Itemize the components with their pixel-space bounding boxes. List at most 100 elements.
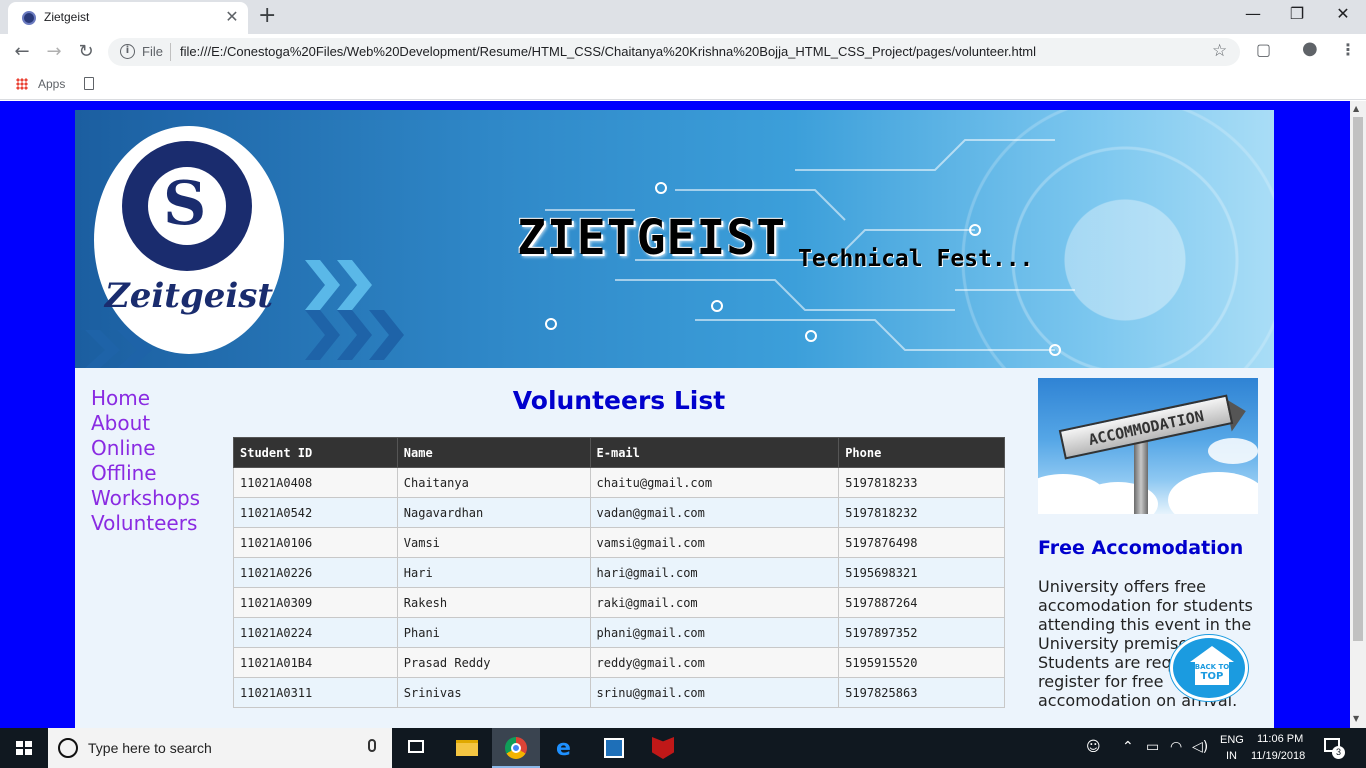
apps-bookmark[interactable]: Apps	[38, 77, 65, 91]
people-icon[interactable]: ☺	[1086, 739, 1101, 755]
nav-link-online[interactable]: Online	[91, 436, 200, 461]
logo-emblem-inner: S	[148, 167, 226, 245]
file-explorer-button[interactable]	[442, 728, 490, 768]
cell-name: Chaitanya	[396, 467, 591, 498]
cell-student-id: 11021A0106	[233, 527, 398, 558]
tab-title: Zietgeist	[44, 10, 90, 24]
clock-date: 11/19/2018	[1251, 750, 1306, 762]
menu-kebab-icon[interactable]: ⋮	[1340, 40, 1356, 59]
scrollbar-thumb[interactable]	[1353, 117, 1363, 641]
cell-student-id: 11021A0226	[233, 557, 398, 588]
new-tab-button[interactable]: +	[258, 3, 276, 28]
cell-name: Hari	[396, 557, 591, 588]
banner-subtitle: Technical Fest...	[798, 246, 1034, 272]
chrome-taskbar-button[interactable]	[492, 728, 540, 768]
back-to-top-label-line2: TOP	[1200, 671, 1224, 682]
cell-email: vadan@gmail.com	[589, 497, 840, 528]
column-header-name: Name	[396, 437, 591, 468]
language-indicator[interactable]: ENG	[1220, 734, 1244, 746]
cell-phone: 5197887264	[838, 587, 1005, 618]
scroll-up-icon[interactable]: ▲	[1353, 104, 1359, 113]
volume-icon[interactable]: ◁)	[1192, 739, 1208, 755]
store-icon	[604, 738, 624, 758]
cell-phone: 5195915520	[838, 647, 1005, 678]
page-container: S Zeitgeist ZIETGEIST Technical Fest... …	[75, 110, 1274, 728]
chrome-icon-center	[511, 743, 521, 753]
browser-tab[interactable]: Zietgeist ✕	[8, 2, 248, 34]
site-info-icon[interactable]: i	[120, 44, 135, 59]
logo-letter: S	[163, 169, 207, 239]
shield-icon	[652, 737, 674, 759]
url-text[interactable]: file:///E:/Conestoga%20Files/Web%20Devel…	[180, 44, 1036, 59]
bookmark-page-icon[interactable]	[84, 77, 94, 90]
table-row: 11021A01B4 Prasad Reddy reddy@gmail.com …	[233, 647, 1005, 678]
forward-arrow-icon[interactable]: →	[42, 41, 66, 62]
table-header-row: Student ID Name E-mail Phone	[233, 437, 1005, 468]
bookmark-star-icon[interactable]: ☆	[1212, 41, 1227, 61]
accommodation-image: ACCOMMODATION	[1038, 378, 1258, 514]
battery-icon[interactable]: ▭	[1146, 739, 1159, 755]
show-hidden-icons-chevron-icon[interactable]: ⌃	[1122, 739, 1134, 755]
cell-name: Vamsi	[396, 527, 591, 558]
search-placeholder: Type here to search	[88, 740, 212, 756]
nav-link-home[interactable]: Home	[91, 386, 200, 411]
side-navigation: Home About Online Offline Workshops Volu…	[91, 386, 200, 536]
banner-title: ZIETGEIST	[517, 210, 787, 266]
cloud-shape	[1208, 438, 1258, 464]
table-row: 11021A0224 Phani phani@gmail.com 5197897…	[233, 617, 1005, 648]
cell-email: srinu@gmail.com	[589, 677, 840, 708]
cell-phone: 5197818233	[838, 467, 1005, 498]
cell-student-id: 11021A0224	[233, 617, 398, 648]
cell-phone: 5195698321	[838, 557, 1005, 588]
clock-time[interactable]: 11:06 PM	[1257, 733, 1303, 745]
page-scrollbar[interactable]: ▲ ▼	[1350, 101, 1366, 728]
cell-email: vamsi@gmail.com	[589, 527, 840, 558]
mcafee-taskbar-button[interactable]	[638, 728, 686, 768]
back-to-top-button[interactable]: BACK TO TOP	[1170, 635, 1248, 701]
nav-link-offline[interactable]: Offline	[91, 461, 200, 486]
back-arrow-icon[interactable]: ←	[10, 41, 34, 62]
cell-phone: 5197876498	[838, 527, 1005, 558]
logo-emblem-icon: S	[122, 141, 252, 271]
task-view-button[interactable]	[392, 728, 440, 768]
task-view-icon	[408, 740, 424, 753]
taskbar-search-box[interactable]: Type here to search	[48, 728, 392, 768]
scroll-down-icon[interactable]: ▼	[1353, 714, 1359, 723]
site-logo[interactable]: S Zeitgeist	[94, 126, 284, 354]
table-row: 11021A0311 Srinivas srinu@gmail.com 5197…	[233, 677, 1005, 708]
reload-icon[interactable]: ↻	[74, 41, 98, 62]
table-row: 11021A0408 Chaitanya chaitu@gmail.com 51…	[233, 467, 1005, 498]
action-center-button[interactable]: 3	[1318, 736, 1348, 760]
extension-icon[interactable]: ▢	[1256, 40, 1271, 59]
store-taskbar-button[interactable]	[590, 728, 638, 768]
maximize-button[interactable]: ❐	[1274, 4, 1320, 23]
close-window-button[interactable]: ✕	[1320, 4, 1366, 23]
cell-phone: 5197897352	[838, 617, 1005, 648]
windows-taskbar: Type here to search e ☺ ⌃ ▭ ◠ ◁) ENG IN …	[0, 728, 1366, 768]
cell-student-id: 11021A0542	[233, 497, 398, 528]
cell-email: raki@gmail.com	[589, 587, 840, 618]
nav-link-about[interactable]: About	[91, 411, 200, 436]
cell-name: Rakesh	[396, 587, 591, 618]
cell-email: phani@gmail.com	[589, 617, 840, 648]
cloud-shape	[1168, 472, 1258, 514]
cell-name: Prasad Reddy	[396, 647, 591, 678]
cell-name: Phani	[396, 617, 591, 648]
address-bar[interactable]: i File file:///E:/Conestoga%20Files/Web%…	[108, 38, 1240, 66]
apps-grid-icon[interactable]	[16, 78, 28, 90]
edge-taskbar-button[interactable]: e	[542, 728, 590, 768]
logo-wordmark: Zeitgeist	[104, 276, 274, 316]
cell-student-id: 11021A0408	[233, 467, 398, 498]
profile-icon[interactable]: ●	[1302, 38, 1318, 59]
minimize-button[interactable]: —	[1230, 4, 1276, 23]
wifi-icon[interactable]: ◠	[1170, 739, 1182, 755]
start-button[interactable]	[0, 728, 48, 768]
microphone-icon[interactable]	[368, 739, 376, 752]
table-row: 11021A0106 Vamsi vamsi@gmail.com 5197876…	[233, 527, 1005, 558]
close-tab-icon[interactable]: ✕	[222, 7, 242, 26]
cell-phone: 5197818232	[838, 497, 1005, 528]
nav-link-volunteers[interactable]: Volunteers	[91, 511, 200, 536]
bookmarks-bar: Apps	[0, 70, 1366, 100]
cell-email: reddy@gmail.com	[589, 647, 840, 678]
nav-link-workshops[interactable]: Workshops	[91, 486, 200, 511]
